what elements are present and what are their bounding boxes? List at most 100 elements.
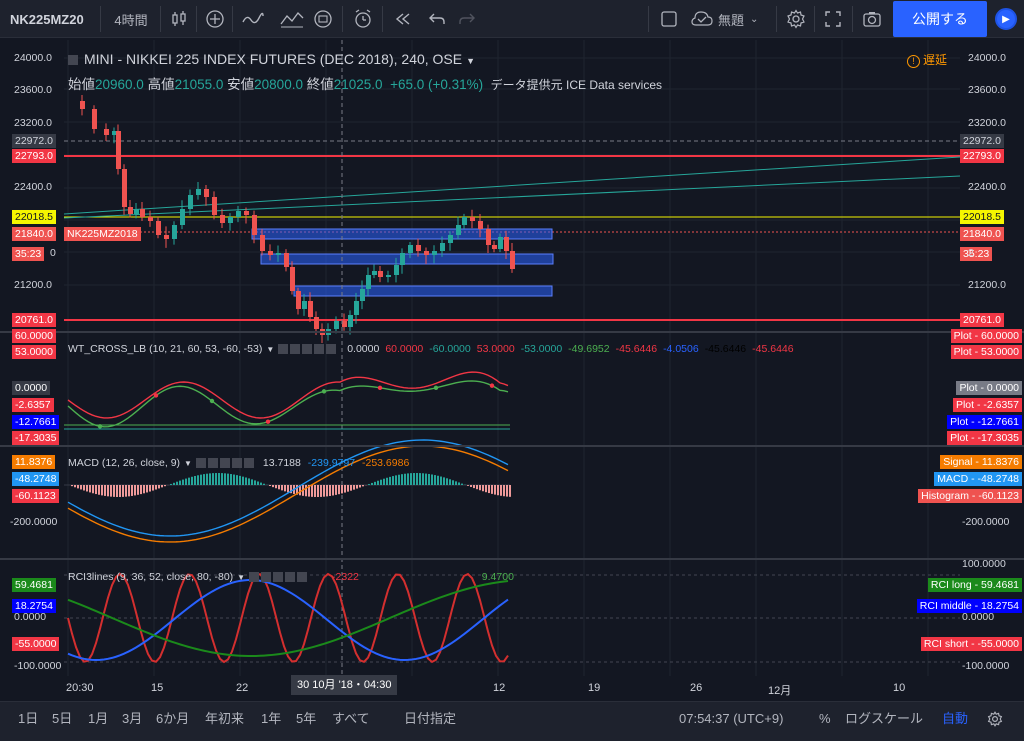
range-button[interactable]: 1年 <box>261 702 281 741</box>
candle-body <box>228 217 233 223</box>
macd-histogram-bar <box>467 485 469 486</box>
wt-tag-left: -17.3035 <box>12 431 60 445</box>
layout-square-icon[interactable] <box>654 0 684 38</box>
chart-area[interactable] <box>0 39 1024 700</box>
fullscreen-icon[interactable] <box>818 0 848 38</box>
alert-clock-icon[interactable] <box>346 0 380 38</box>
macd-histogram-bar <box>200 474 202 485</box>
macd-histogram-bar <box>419 473 421 485</box>
redo-icon[interactable] <box>452 0 482 38</box>
caret-down-icon[interactable]: ▼ <box>266 345 274 354</box>
close-icon[interactable] <box>297 572 308 583</box>
pane-separator[interactable] <box>0 445 1024 447</box>
more-icon[interactable] <box>314 344 325 355</box>
macd-histogram-bar <box>500 485 502 496</box>
templates-icon[interactable] <box>308 0 338 38</box>
macd-histogram-bar <box>209 473 211 485</box>
settings-gear-icon[interactable] <box>780 0 812 38</box>
macd-histogram-bar <box>479 485 481 491</box>
rci-axis-tick: -100.0000 <box>962 660 1010 672</box>
financials-chart-icon[interactable] <box>272 0 312 38</box>
candle-body <box>504 237 509 251</box>
more-icon[interactable] <box>231 458 242 469</box>
gear-icon[interactable] <box>290 344 301 355</box>
pane-separator[interactable] <box>0 331 1024 333</box>
close-icon[interactable] <box>326 344 337 355</box>
eye-icon[interactable] <box>278 344 289 355</box>
delay-badge[interactable]: ! 遅延 <box>907 51 947 68</box>
log-scale-button[interactable]: ログスケール <box>845 702 923 741</box>
replay-icon[interactable] <box>388 0 418 38</box>
close-icon[interactable] <box>243 458 254 469</box>
range-button[interactable]: 1日 <box>18 702 38 741</box>
source-icon[interactable] <box>273 572 284 583</box>
eye-icon[interactable] <box>249 572 260 583</box>
macd-legend[interactable]: MACD (12, 26, close, 9) ▼ 13.7188 -239.97… <box>68 457 409 469</box>
camera-snapshot-icon[interactable] <box>856 0 888 38</box>
cloud-save-button[interactable]: 無題 ⌄ <box>690 0 772 38</box>
candle-body <box>478 221 483 229</box>
compare-add-icon[interactable] <box>200 0 230 38</box>
range-button[interactable]: 3月 <box>122 702 142 741</box>
gear-icon[interactable] <box>207 458 218 469</box>
main-series-legend[interactable]: MINI - NIKKEI 225 INDEX FUTURES (DEC 201… <box>68 51 475 67</box>
wt-tag-right: Plot - -2.6357 <box>952 398 1022 412</box>
macd-tag-left: -60.1123 <box>12 489 59 503</box>
gear-icon[interactable] <box>261 572 272 583</box>
range-button[interactable]: すべて <box>332 702 370 741</box>
auto-scale-button[interactable]: 自動 <box>942 702 968 741</box>
macd-histogram-bar <box>236 475 238 485</box>
macd-histogram-bar <box>401 474 403 485</box>
candle-body <box>268 251 273 255</box>
undo-icon[interactable] <box>422 0 452 38</box>
macd-histogram-bar <box>263 483 265 485</box>
publish-button[interactable]: 公開する <box>893 1 987 37</box>
play-replay-button[interactable]: ▶ <box>988 0 1024 38</box>
legend-toggle-icon[interactable] <box>68 55 78 66</box>
range-button[interactable]: 1月 <box>88 702 108 741</box>
price-tag-left: 20761.0 <box>12 313 56 327</box>
more-icon[interactable] <box>285 572 296 583</box>
source-icon[interactable] <box>302 344 313 355</box>
price-axis-tick: 21200.0 <box>14 279 52 291</box>
macd-histogram-bar <box>317 485 319 497</box>
wt-legend-value: -45.6446 <box>752 343 794 355</box>
range-button[interactable]: 5年 <box>296 702 316 741</box>
candle-body <box>462 217 467 225</box>
wt-legend-value: 0.0000 <box>347 343 380 355</box>
symbol-search-button[interactable]: NK225MZ20 <box>6 0 94 38</box>
candle-style-icon[interactable] <box>164 0 194 38</box>
macd-histogram-bar <box>326 485 328 497</box>
wt-tag-right: Plot - 0.0000 <box>956 381 1022 395</box>
interval-button[interactable]: 4時間 <box>104 0 158 38</box>
clock-timezone-button[interactable]: 07:54:37 (UTC+9) <box>679 702 783 741</box>
pane-separator[interactable] <box>0 558 1024 560</box>
indicators-wave-icon[interactable] <box>236 0 270 38</box>
scale-settings-gear-icon[interactable] <box>987 702 1003 741</box>
eye-icon[interactable] <box>195 458 206 469</box>
macd-histogram-bar <box>74 485 76 488</box>
source-icon[interactable] <box>219 458 230 469</box>
caret-down-icon[interactable]: ▼ <box>184 459 192 468</box>
range-button[interactable]: 6か月 <box>156 702 189 741</box>
goto-date-button[interactable]: 日付指定 <box>404 702 456 741</box>
caret-down-icon[interactable]: ▼ <box>237 573 245 582</box>
range-button[interactable]: 5日 <box>52 702 72 741</box>
macd-tag-left: 11.8376 <box>12 455 56 469</box>
macd-histogram-bar <box>71 485 73 487</box>
macd-histogram-bar <box>347 485 349 492</box>
chart-canvas[interactable] <box>0 39 1024 700</box>
wt-cross-title: WT_CROSS_LB (10, 21, 60, 53, -60, -53) <box>68 343 263 355</box>
range-button[interactable]: 年初来 <box>205 702 244 741</box>
caret-down-icon[interactable]: ▼ <box>466 56 475 66</box>
wt-tag-left: 60.0000 <box>12 329 56 343</box>
wt-legend-value: 60.0000 <box>385 343 424 355</box>
rci-legend[interactable]: RCI3lines (9, 36, 52, close, 80, -80) ▼ -… <box>68 571 514 583</box>
price-axis-tick: 24000.0 <box>14 52 52 64</box>
time-axis-tick: 15 <box>151 682 164 694</box>
time-axis[interactable]: 20:301522512192612月10 <box>0 677 960 700</box>
wt-cross-legend[interactable]: WT_CROSS_LB (10, 21, 60, 53, -60, -53) ▼ … <box>68 343 794 355</box>
symbol-price-tag[interactable]: NK225MZ2018 <box>64 227 141 241</box>
percent-scale-button[interactable]: % <box>819 702 831 741</box>
macd-histogram-bar <box>440 476 442 485</box>
